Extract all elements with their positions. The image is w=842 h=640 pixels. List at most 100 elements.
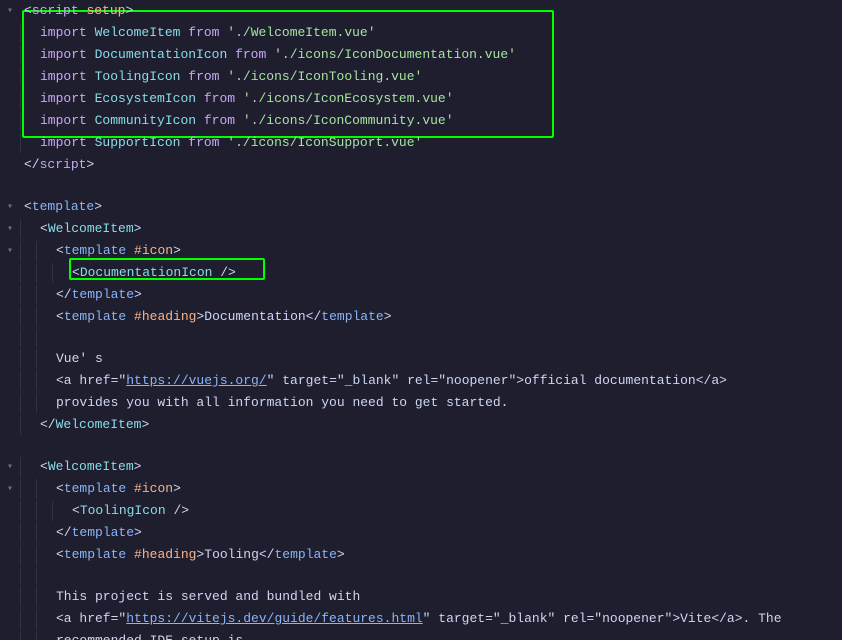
line-gutter[interactable]: ▾: [0, 5, 20, 17]
code-content: <script setup>: [20, 1, 842, 21]
code-line: import WelcomeItem from './WelcomeItem.v…: [0, 22, 842, 44]
token-path: './icons/IconDocumentation.vue': [274, 47, 516, 62]
line-gutter[interactable]: ▾: [0, 201, 20, 213]
indent-guide: [36, 567, 52, 585]
code-content: <template #icon>: [52, 241, 842, 261]
token-import-kw: from: [188, 69, 219, 84]
token-text: [87, 69, 95, 84]
indent-guide: [20, 133, 36, 153]
indent-guide: [20, 67, 36, 87]
indent-guide: [20, 415, 36, 435]
token-punct: >: [134, 525, 142, 540]
token-punct: </: [40, 417, 56, 432]
token-punct: <: [40, 221, 48, 236]
token-punct: />: [220, 265, 236, 280]
line-gutter[interactable]: ▾: [0, 245, 20, 257]
code-content: </template>: [52, 285, 842, 305]
token-path: './icons/IconTooling.vue': [227, 69, 422, 84]
token-template-attr: #icon: [134, 243, 173, 258]
token-tag: template: [64, 547, 126, 562]
line-gutter[interactable]: ▾: [0, 483, 20, 495]
code-line: provides you with all information you ne…: [0, 392, 842, 414]
token-tag: template: [72, 287, 134, 302]
token-text: <a href=": [56, 611, 126, 626]
token-text: [196, 113, 204, 128]
token-component: ToolingIcon: [95, 69, 181, 84]
token-tag: template: [321, 309, 383, 324]
indent-guide: [20, 457, 36, 477]
indent-guide: [36, 307, 52, 327]
token-text: [266, 47, 274, 62]
token-text: <a href=": [56, 373, 126, 388]
token-punct: >: [173, 481, 181, 496]
code-content: provides you with all information you ne…: [52, 393, 842, 413]
token-punct: <: [24, 199, 32, 214]
token-text: [87, 25, 95, 40]
indent-guide: [20, 567, 36, 585]
indent-guide: [20, 219, 36, 239]
indent-guide: [36, 523, 52, 543]
indent-guide: [20, 587, 36, 607]
code-content: This project is served and bundled with: [52, 587, 842, 607]
token-path: './icons/IconEcosystem.vue': [243, 91, 454, 106]
code-line: ▾<WelcomeItem>: [0, 456, 842, 478]
token-tag: template: [64, 243, 126, 258]
code-content: <DocumentationIcon />: [68, 263, 842, 283]
indent-guide: [20, 23, 36, 43]
code-line: [0, 328, 842, 348]
token-path: './icons/IconSupport.vue': [227, 135, 422, 150]
code-line: ▾<template #icon>: [0, 478, 842, 500]
code-line: <ToolingIcon />: [0, 500, 842, 522]
code-content: Vue' s: [52, 349, 842, 369]
token-attr: setup: [86, 3, 125, 18]
token-component: DocumentationIcon: [95, 47, 228, 62]
token-punct: >: [134, 221, 142, 236]
token-punct: >: [94, 199, 102, 214]
token-text: " target="_blank" rel="noopener">Vite</a…: [423, 611, 782, 626]
token-kw: script: [40, 157, 87, 172]
token-template-attr: #heading: [134, 547, 196, 562]
token-punct: >: [125, 3, 133, 18]
token-punct: <: [40, 459, 48, 474]
indent-guide: [20, 329, 36, 347]
token-text: recommended IDE setup is: [56, 633, 243, 640]
code-editor: ▾<script setup>import WelcomeItem from '…: [0, 0, 842, 640]
token-punct: >: [134, 459, 142, 474]
token-punct: >: [134, 287, 142, 302]
indent-guide: [20, 263, 36, 283]
indent-guide: [20, 631, 36, 640]
indent-guide: [52, 263, 68, 283]
token-punct: >: [141, 417, 149, 432]
indent-guide: [20, 523, 36, 543]
code-line: [0, 436, 842, 456]
code-content: </script>: [20, 155, 842, 175]
code-content: import EcosystemIcon from './icons/IconE…: [36, 89, 842, 109]
token-tag: template: [274, 547, 336, 562]
code-line: Vue' s: [0, 348, 842, 370]
token-link: https://vitejs.dev/guide/features.html: [126, 611, 422, 626]
token-punct: <: [56, 309, 64, 324]
indent-guide: [20, 285, 36, 305]
token-text: This project is served and bundled with: [56, 589, 360, 604]
code-content: import WelcomeItem from './WelcomeItem.v…: [36, 23, 842, 43]
indent-guide: [36, 631, 52, 640]
token-import-kw: import: [40, 69, 87, 84]
code-content: <template>: [20, 197, 842, 217]
line-gutter[interactable]: ▾: [0, 461, 20, 473]
code-line: </template>: [0, 522, 842, 544]
token-component: SupportIcon: [95, 135, 181, 150]
indent-guide: [36, 545, 52, 565]
line-gutter[interactable]: ▾: [0, 223, 20, 235]
token-text: [87, 91, 95, 106]
token-punct: >: [384, 309, 392, 324]
token-template-attr: #icon: [134, 481, 173, 496]
token-punct: >: [86, 157, 94, 172]
code-line: <DocumentationIcon />: [0, 262, 842, 284]
indent-guide: [20, 307, 36, 327]
indent-guide: [36, 349, 52, 369]
code-line: ▾<WelcomeItem>: [0, 218, 842, 240]
indent-guide: [36, 479, 52, 499]
code-line: <template #heading>Tooling</template>: [0, 544, 842, 566]
token-kw: script: [32, 3, 79, 18]
token-punct: >: [173, 243, 181, 258]
